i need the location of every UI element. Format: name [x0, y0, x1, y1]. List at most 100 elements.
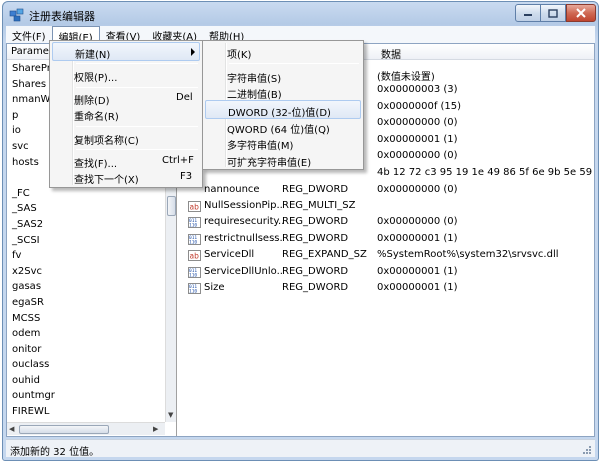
scroll-right-arrow-icon[interactable]: ▶: [153, 425, 158, 433]
value-data: 0x00000000 (0): [377, 184, 458, 195]
tree-vscroll-thumb[interactable]: [167, 196, 176, 216]
new-submenu: 项(K) 字符串值(S) 二进制值(B) DWORD (32-位)值(D) QW…: [202, 40, 364, 170]
tree-item[interactable]: _SCSI: [7, 233, 165, 249]
menu-item-permissions-label: 权限(P)...: [74, 73, 118, 84]
submenu-item-key-label: 项(K): [227, 50, 252, 61]
value-row[interactable]: 011 110 Size REG_DWORD 0x00000001 (1): [178, 280, 594, 296]
value-type: REG_MULTI_SZ: [282, 200, 356, 211]
value-type: REG_DWORD: [282, 233, 349, 244]
menu-separator: [76, 87, 198, 88]
resize-grip-icon[interactable]: [582, 445, 592, 455]
tree-item[interactable]: ouclass: [7, 357, 165, 373]
menu-item-find-next[interactable]: 查找下一个(X) F3: [52, 168, 200, 187]
scroll-left-arrow-icon[interactable]: ◀: [9, 425, 14, 433]
minimize-button[interactable]: [515, 4, 541, 22]
value-data: 0x00000001 (1): [377, 282, 458, 293]
tree-item[interactable]: _SAS2: [7, 217, 165, 233]
value-type: REG_DWORD: [282, 216, 349, 227]
submenu-item-dword-value-label: DWORD (32-位)值(D): [228, 108, 331, 119]
binary-value-icon: 011110: [188, 283, 201, 294]
value-name: ServiceDll: [204, 249, 255, 260]
value-type: REG_DWORD: [282, 184, 349, 195]
tree-hscroll-thumb[interactable]: [19, 425, 109, 434]
submenu-item-multi-string-value-label: 多字符串值(M): [227, 141, 294, 152]
svg-text:110: 110: [189, 223, 197, 229]
tree-item[interactable]: FIREWL: [7, 404, 165, 420]
menu-item-copy-key-name-label: 复制项名称(C): [74, 136, 139, 147]
value-data: 0x00000001 (1): [377, 233, 458, 244]
edit-menu-dropdown: 新建(N) 权限(P)... 删除(D) Del 重命名(R) 复制项名称(C)…: [49, 40, 203, 188]
submenu-item-dword-value[interactable]: DWORD (32-位)值(D): [205, 100, 361, 119]
submenu-item-expandable-string-value[interactable]: 可扩充字符串值(E): [205, 151, 361, 170]
value-row[interactable]: nannounce REG_DWORD 0x00000000 (0): [178, 182, 594, 198]
value-type: REG_EXPAND_SZ: [282, 249, 367, 260]
menu-separator: [76, 149, 198, 150]
tree-item[interactable]: odem: [7, 326, 165, 342]
close-button[interactable]: [566, 4, 596, 22]
status-bar: 添加新的 32 位值。: [6, 439, 595, 458]
menu-item-find-next-shortcut: F3: [180, 171, 193, 182]
minimize-icon: [524, 14, 532, 16]
value-data: 0x00000000 (0): [377, 216, 458, 227]
tree-item[interactable]: gasas: [7, 279, 165, 295]
menu-separator: [229, 63, 359, 64]
tree-item[interactable]: _SAS: [7, 201, 165, 217]
binary-value-icon: 011110: [188, 267, 201, 278]
status-text: 添加新的 32 位值。: [10, 447, 100, 458]
tree-item[interactable]: egaSR: [7, 295, 165, 311]
tree-horizontal-scrollbar[interactable]: ◀ ▶: [7, 422, 165, 435]
value-data: 0x00000003 (3): [377, 84, 458, 95]
value-data: 4b 12 72 c3 95 19 1e 49 86 5f 6e 9b 5e 5…: [377, 167, 592, 178]
value-data: 0x00000000 (0): [377, 117, 458, 128]
binary-value-icon: 011110: [188, 234, 201, 245]
tree-item[interactable]: onitor: [7, 342, 165, 358]
submenu-item-binary-value-label: 二进制值(B): [227, 90, 282, 101]
menu-item-new-label: 新建(N): [75, 50, 111, 61]
value-name: NullSessionPip...: [204, 200, 284, 211]
menu-file[interactable]: 文件(F): [6, 26, 52, 43]
value-name: Size: [204, 282, 225, 293]
value-data: 0x0000000f (15): [377, 101, 462, 112]
tree-item[interactable]: _FC: [7, 186, 165, 202]
value-name: requiresecurity...: [204, 216, 284, 227]
column-data-header[interactable]: 数据: [381, 46, 401, 61]
svg-text:ab: ab: [190, 203, 200, 212]
menu-item-rename[interactable]: 重命名(R): [52, 105, 200, 124]
tree-item[interactable]: x2Svc: [7, 264, 165, 280]
menu-item-find-next-label: 查找下一个(X): [74, 175, 139, 186]
value-data: 0x00000001 (1): [377, 266, 458, 277]
value-row[interactable]: 011 110 ServiceDllUnlo... REG_DWORD 0x000000…: [178, 264, 594, 280]
menu-item-copy-key-name[interactable]: 复制项名称(C): [52, 129, 200, 148]
value-type: REG_DWORD: [282, 266, 349, 277]
tree-item[interactable]: MCSS: [7, 311, 165, 327]
menu-item-permissions[interactable]: 权限(P)...: [52, 66, 200, 85]
menu-item-new[interactable]: 新建(N): [52, 42, 200, 61]
menu-separator: [76, 126, 198, 127]
binary-value-icon: 011110: [188, 217, 201, 228]
value-name: ServiceDllUnlo...: [204, 266, 284, 277]
menu-item-find-shortcut: Ctrl+F: [162, 155, 194, 166]
svg-text:ab: ab: [190, 252, 200, 261]
svg-text:110: 110: [189, 240, 197, 246]
value-row[interactable]: ab ServiceDll REG_EXPAND_SZ %SystemRoot%\sy…: [178, 247, 594, 263]
value-name: nannounce: [204, 184, 260, 195]
maximize-icon: [548, 8, 558, 18]
tree-item[interactable]: ouhid: [7, 373, 165, 389]
tree-item[interactable]: fv: [7, 248, 165, 264]
maximize-button[interactable]: [541, 4, 566, 22]
title-bar[interactable]: 注册表编辑器: [3, 2, 598, 28]
value-row[interactable]: 011 110 restrictnullsess... REG_DWORD 0x0000…: [178, 231, 594, 247]
submenu-item-key[interactable]: 项(K): [205, 43, 361, 62]
value-data: %SystemRoot%\system32\srvsvc.dll: [377, 249, 559, 260]
scroll-down-arrow-icon[interactable]: ▼: [168, 411, 173, 419]
svg-text:110: 110: [189, 289, 197, 295]
value-row[interactable]: ab NullSessionPip... REG_MULTI_SZ: [178, 198, 594, 214]
submenu-item-expandable-string-value-label: 可扩充字符串值(E): [227, 158, 312, 169]
menu-item-rename-label: 重命名(R): [74, 112, 119, 123]
submenu-arrow-icon: [191, 48, 195, 56]
string-value-icon: ab: [188, 201, 201, 212]
string-value-icon: ab: [188, 250, 201, 261]
tree-item[interactable]: ountmgr: [7, 388, 165, 404]
value-row[interactable]: 011 110 requiresecurity... REG_DWORD 0x00000…: [178, 214, 594, 230]
registry-app-icon: [9, 8, 24, 22]
